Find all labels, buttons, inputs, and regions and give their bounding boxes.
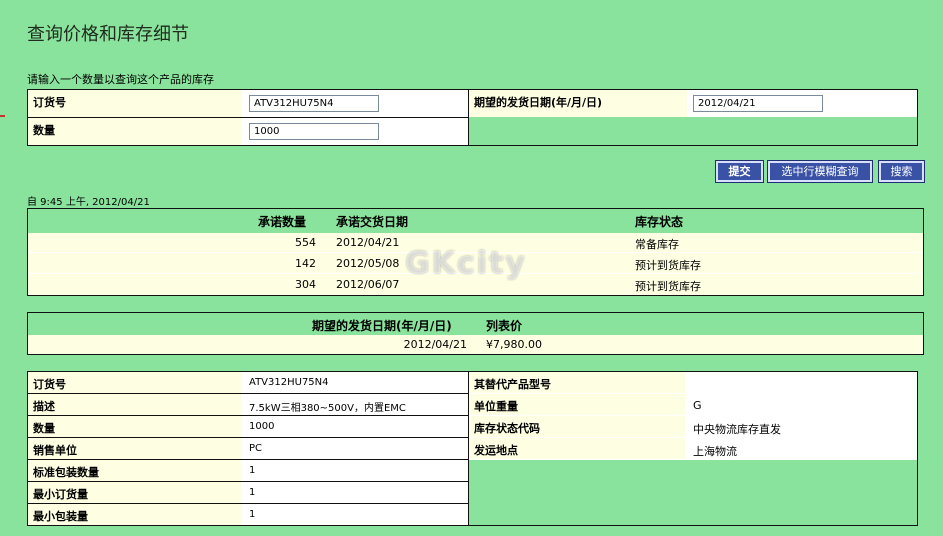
order-no-label-cell: 订货号: [28, 90, 242, 117]
detail-row: 单位重量 G: [469, 394, 917, 416]
search-button[interactable]: 搜索: [878, 160, 925, 183]
detail-value: G: [685, 394, 917, 415]
order-no-value-cell: [242, 90, 468, 117]
price-value: ¥7,980.00: [486, 338, 542, 351]
instruction-text: 请输入一个数量以查询这个产品的库存: [27, 73, 214, 86]
submit-button[interactable]: 提交: [715, 160, 764, 183]
detail-row: 描述 7.5kW三相380~500V，内置EMC: [28, 394, 468, 416]
table-row[interactable]: 2012/04/21 ¥7,980.00: [28, 335, 923, 354]
detail-value: PC: [241, 438, 468, 460]
quantity-input[interactable]: [249, 123, 379, 140]
detail-label: 单位重量: [469, 394, 685, 415]
detail-row: 其替代产品型号: [469, 372, 917, 394]
ship-date-label: 期望的发货日期(年/月/日): [474, 96, 603, 109]
quantity-value-cell: [242, 118, 468, 145]
details-left-panel: 订货号 ATV312HU75N4 描述 7.5kW三相380~500V，内置EMC 数量…: [27, 371, 469, 526]
since-timestamp: 自 9:45 上午, 2012/04/21: [27, 197, 150, 208]
detail-value: 1: [241, 460, 468, 482]
fuzzy-query-button[interactable]: 选中行模糊查询: [767, 160, 873, 183]
order-no-input[interactable]: [249, 95, 379, 112]
price-date: 2012/04/21: [403, 338, 467, 351]
col-header-committed-qty: 承诺数量: [258, 215, 307, 229]
ship-date-label-cell: 期望的发货日期(年/月/日): [469, 90, 687, 117]
query-form: 订货号 数量 期望的发货日期(年/月/日): [27, 89, 918, 146]
detail-row: 库存状态代码 中央物流库存直发: [469, 416, 917, 438]
detail-row: 最小包装量 1: [28, 504, 468, 525]
page-edge-marker: [0, 115, 5, 117]
detail-row: 最小订货量 1: [28, 482, 468, 504]
detail-row: 发运地点 上海物流: [469, 438, 917, 460]
detail-label: 数量: [28, 416, 241, 438]
ship-date-value-cell: [687, 90, 917, 117]
detail-value: 1000: [241, 416, 468, 438]
detail-row: 数量 1000: [28, 416, 468, 438]
detail-value: 1: [241, 482, 468, 504]
col-header-committed-date: 承诺交货日期: [336, 215, 409, 229]
price-header-ship-date: 期望的发货日期(年/月/日): [312, 319, 452, 333]
detail-value: 中央物流库存直发: [685, 416, 917, 437]
detail-value: ATV312HU75N4: [241, 372, 468, 394]
quantity-label: 数量: [33, 124, 55, 137]
detail-label: 其替代产品型号: [469, 372, 685, 393]
ship-date-input[interactable]: [693, 95, 823, 112]
detail-label: 标准包装数量: [28, 460, 241, 482]
watermark-logo: GKcity: [405, 246, 527, 281]
price-table: 期望的发货日期(年/月/日) 列表价 2012/04/21 ¥7,980.00: [27, 312, 924, 355]
detail-label: 最小包装量: [28, 504, 241, 525]
price-header-list-price: 列表价: [486, 319, 523, 333]
col-header-stock-status: 库存状态: [635, 215, 684, 229]
detail-row: 标准包装数量 1: [28, 460, 468, 482]
detail-value: [685, 372, 917, 393]
detail-label: 销售单位: [28, 438, 241, 460]
details-right-panel: 其替代产品型号 单位重量 G 库存状态代码 中央物流库存直发 发运地点 上海物流: [468, 371, 918, 526]
detail-label: 最小订货量: [28, 482, 241, 504]
quantity-label-cell: 数量: [28, 118, 242, 145]
detail-label: 库存状态代码: [469, 416, 685, 437]
detail-row: 订货号 ATV312HU75N4: [28, 372, 468, 394]
form-empty-cell: [469, 118, 917, 145]
detail-value: 1: [241, 504, 468, 525]
detail-value: 7.5kW三相380~500V，内置EMC: [241, 394, 468, 416]
order-no-label: 订货号: [33, 96, 66, 109]
detail-label: 发运地点: [469, 438, 685, 459]
detail-label: 订货号: [28, 372, 241, 394]
page-title: 查询价格和库存细节: [27, 24, 189, 45]
detail-value: 上海物流: [685, 438, 917, 459]
detail-label: 描述: [28, 394, 241, 416]
detail-row: 销售单位 PC: [28, 438, 468, 460]
